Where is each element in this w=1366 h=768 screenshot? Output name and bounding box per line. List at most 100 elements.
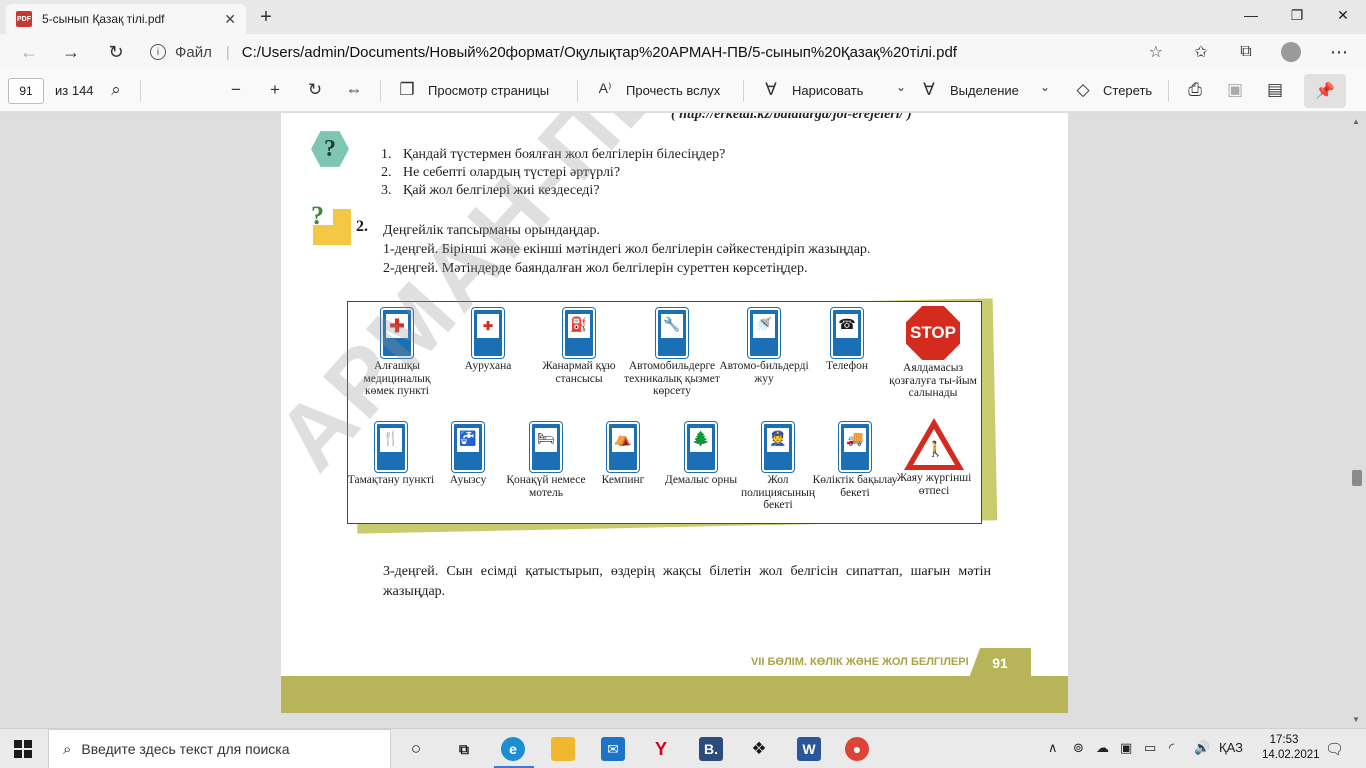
rotate-icon[interactable]: ↻: [304, 80, 326, 100]
edge-icon[interactable]: e: [501, 737, 525, 761]
sign-fuel: ⛽ Жанармай құю стансысы: [530, 307, 628, 385]
level3-text: 3-деңгей. Сын есімді қатыстырып, өздерің…: [383, 564, 991, 599]
levels-icon: ?: [311, 201, 351, 245]
source-link: ( http://erketai.kz/balalarga/jol-erejel…: [671, 113, 912, 122]
scrollbar-thumb[interactable]: [1352, 470, 1362, 486]
language-indicator[interactable]: ҚАЗ: [1219, 740, 1243, 755]
list-item: 3. Қай жол белгілері жиі кездеседі?: [381, 183, 600, 198]
highlight-button[interactable]: Выделение: [950, 83, 1019, 98]
save-icon[interactable]: ▣: [1224, 80, 1246, 100]
page-view-button[interactable]: Просмотр страницы: [428, 83, 549, 98]
taskbar-search[interactable]: ⌕ Введите здесь текст для поиска: [48, 729, 391, 768]
close-window-button[interactable]: ✕: [1320, 0, 1366, 30]
volume-icon[interactable]: 🔊: [1194, 740, 1210, 756]
truck-icon: 🚚: [838, 421, 872, 473]
collections-icon[interactable]: ⧉: [1233, 40, 1259, 64]
zoom-out-icon[interactable]: −: [225, 80, 247, 100]
draw-icon[interactable]: ∀: [760, 80, 782, 100]
windows-start-icon[interactable]: [14, 740, 32, 758]
scroll-down-arrow[interactable]: ▼: [1352, 715, 1360, 724]
footer-section-title: VII БӨЛІМ. КӨЛІК ЖӘНЕ ЖОЛ БЕЛГІЛЕРІ: [751, 656, 969, 668]
list-item: 2. Не себепті олардың түстері әртүрлі?: [381, 165, 621, 180]
notifications-icon[interactable]: 🗨: [1325, 740, 1344, 758]
water-tap-icon: 🚰: [451, 421, 485, 473]
refresh-button[interactable]: ↻: [103, 40, 129, 64]
pdf-icon: PDF: [16, 11, 32, 27]
word-icon[interactable]: W: [797, 737, 821, 761]
clock[interactable]: 17:53 14.02.2021: [1262, 733, 1320, 763]
pin-toolbar-icon[interactable]: 📌: [1304, 74, 1346, 108]
tray-network-icon[interactable]: ▣: [1120, 740, 1132, 756]
chevron-down-icon[interactable]: ⌄: [1034, 80, 1056, 94]
fit-page-icon[interactable]: ⇔: [343, 80, 365, 100]
taskbar: ⌕ Введите здесь текст для поиска ○ ⧉ e ✉…: [0, 728, 1366, 768]
sign-pedestrian-crossing: 🚶 Жаяу жүргінші өтпесі: [885, 418, 983, 497]
tree-icon: 🌲: [684, 421, 718, 473]
telephone-icon: ☎: [830, 307, 864, 359]
save-as-icon[interactable]: ▤: [1264, 80, 1286, 100]
sign-first-aid: ✚ Алғашқы медициналық көмек пункті: [348, 307, 446, 398]
wrench-icon: 🔧: [655, 307, 689, 359]
search-icon[interactable]: ⌕: [105, 80, 127, 100]
bed-icon: 🛏: [529, 421, 563, 473]
scroll-up-arrow[interactable]: ▲: [1352, 117, 1360, 126]
divider: [577, 80, 578, 102]
file-explorer-icon[interactable]: [551, 737, 575, 761]
cloud-icon[interactable]: ☁: [1096, 740, 1109, 756]
page-view-icon[interactable]: ❐: [396, 80, 418, 100]
address-bar: ← → ↻ i Файл | C:/Users/admin/Documents/…: [0, 34, 1366, 70]
task-number: 2.: [356, 218, 368, 235]
page-number-input[interactable]: 91: [8, 78, 44, 104]
tab-pdf[interactable]: PDF 5-сынып Қазақ тілі.pdf ✕: [6, 4, 246, 34]
b-app-icon[interactable]: B.: [699, 737, 723, 761]
chrome-icon[interactable]: ●: [845, 737, 869, 761]
mail-icon[interactable]: ✉: [601, 737, 625, 761]
zoom-in-icon[interactable]: +: [264, 80, 286, 100]
close-tab-icon[interactable]: ✕: [224, 11, 236, 28]
forward-button[interactable]: →: [58, 40, 84, 64]
url-text: C:/Users/admin/Documents/Новый%20формат/…: [241, 43, 957, 61]
url-scheme: Файл: [175, 43, 212, 61]
fork-knife-icon: 🍴: [374, 421, 408, 473]
read-aloud-button[interactable]: Прочесть вслух: [626, 83, 720, 98]
yandex-icon[interactable]: Y: [649, 737, 673, 761]
minimize-button[interactable]: —: [1228, 0, 1274, 30]
pdf-viewer[interactable]: ( http://erketai.kz/balalarga/jol-erejel…: [0, 113, 1366, 728]
chevron-up-icon[interactable]: ∧: [1048, 740, 1058, 756]
footer-page-number: 91: [969, 648, 1031, 678]
question-list: 1. Қандай түстермен боялған жол белгілері…: [381, 146, 725, 200]
more-menu-icon[interactable]: ⋯: [1326, 40, 1352, 64]
road-signs-panel: ✚ Алғашқы медициналық көмек пункті ✚ Аур…: [347, 301, 982, 524]
dropbox-icon[interactable]: ❖: [747, 737, 771, 761]
read-aloud-icon[interactable]: A⁾: [594, 80, 616, 97]
pedestrian-crossing-icon: 🚶: [904, 418, 964, 470]
draw-button[interactable]: Нарисовать: [792, 83, 863, 98]
divider: [140, 80, 141, 102]
sign-car-service: 🔧 Автомобильдерге техникалық қызмет көрс…: [623, 307, 721, 398]
question-mark-icon: ?: [311, 131, 349, 167]
task-view-icon[interactable]: ⧉: [452, 737, 476, 761]
chevron-down-icon[interactable]: ⌄: [890, 80, 912, 94]
info-icon[interactable]: i: [150, 44, 166, 60]
battery-icon[interactable]: ▭: [1144, 740, 1156, 756]
favorite-star-icon[interactable]: ☆: [1149, 42, 1163, 62]
tray-app-icon[interactable]: ⊚: [1073, 740, 1084, 756]
new-tab-button[interactable]: +: [255, 6, 277, 29]
wifi-icon[interactable]: ◜: [1169, 740, 1174, 756]
erase-button[interactable]: Стереть: [1103, 83, 1152, 98]
pdf-page: ( http://erketai.kz/balalarga/jol-erejel…: [281, 113, 1068, 713]
highlight-icon[interactable]: ∀: [918, 80, 940, 100]
maximize-button[interactable]: ❐: [1274, 0, 1320, 30]
footer-band: [281, 676, 1068, 713]
back-button[interactable]: ←: [16, 40, 42, 64]
tent-icon: ⛺: [606, 421, 640, 473]
eraser-icon[interactable]: ◇: [1072, 80, 1094, 100]
task-text: Деңгейлік тапсырманы орындаңдар. 1-деңге…: [383, 223, 871, 276]
print-icon[interactable]: ⎙: [1184, 80, 1206, 100]
cortana-icon[interactable]: ○: [404, 737, 428, 761]
url-field[interactable]: i Файл | C:/Users/admin/Documents/Новый%…: [150, 38, 1175, 66]
favorites-icon[interactable]: ✩: [1188, 40, 1214, 64]
tab-title: 5-сынып Қазақ тілі.pdf: [42, 12, 165, 26]
search-placeholder: Введите здесь текст для поиска: [81, 741, 290, 757]
profile-avatar[interactable]: [1278, 40, 1304, 64]
